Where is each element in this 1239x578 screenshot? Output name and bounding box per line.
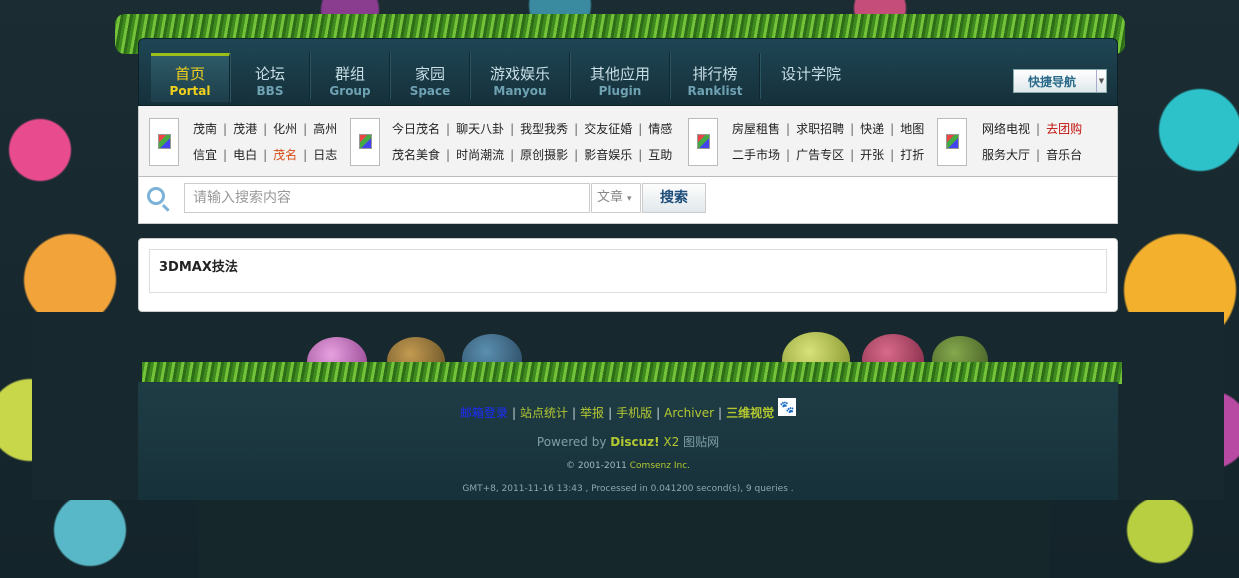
copyright: © 2001-2011 Comsenz Inc. [565, 461, 691, 471]
nav-item-space[interactable]: 家园 Space [391, 53, 470, 99]
link-item[interactable]: 信宜 [193, 148, 217, 162]
footer-link-stats[interactable]: 站点统计 [520, 406, 568, 420]
footer-link-mail-login[interactable]: 邮箱登录 [460, 406, 508, 420]
link-item[interactable]: 电白 [233, 148, 257, 162]
broken-image-icon [688, 118, 718, 166]
chevron-down-icon: ▼ [1096, 70, 1106, 92]
quick-links-area: 茂南 | 茂港 | 化州 | 高州 信宜 | 电白 | 茂名 | 日志 今日茂名 | 聊天八卦 | 我型我秀 | 交… [138, 106, 1118, 176]
footer-links: 邮箱登录 | 站点统计 | 举报 | 手机版 | Archiver | 三维视觉 🐾 [459, 398, 797, 420]
footer-link-report[interactable]: 举报 [580, 406, 604, 420]
nav-item-bbs[interactable]: 论坛 BBS [231, 53, 310, 99]
link-item[interactable]: 高州 [313, 122, 337, 136]
search-bar: 请输入搜索内容 文章 搜索 [138, 176, 1118, 224]
link-item[interactable]: 地图 [900, 122, 924, 136]
link-item[interactable]: 音乐台 [1046, 148, 1082, 162]
link-item[interactable]: 网络电视 [982, 122, 1030, 136]
footer-link-3d-vision[interactable]: 三维视觉 [726, 406, 774, 420]
link-item[interactable]: 时尚潮流 [456, 148, 504, 162]
links-group-media: 网络电视 | 去团购 服务大厅 | 音乐台 [982, 122, 1083, 162]
search-input[interactable]: 请输入搜索内容 [184, 183, 590, 213]
broken-image-icon [937, 118, 967, 166]
nav-item-portal[interactable]: 首页 Portal [151, 53, 230, 102]
processing-info: GMT+8, 2011-11-16 13:43 , Processed in 0… [462, 484, 794, 494]
discuz-link[interactable]: Discuz! [610, 435, 659, 449]
link-item[interactable]: 聊天八卦 [456, 122, 504, 136]
broken-image-icon [149, 118, 179, 166]
main-nav: 首页 Portal 论坛 BBS 群组 Group 家园 Space 游戏娱乐 … [138, 38, 1118, 106]
link-item[interactable]: 影音娱乐 [584, 148, 632, 162]
nav-item-manyou[interactable]: 游戏娱乐 Manyou [471, 53, 570, 99]
link-item[interactable]: 房屋租售 [732, 122, 780, 136]
quick-nav-button[interactable]: 快捷导航 ▼ [1013, 69, 1107, 93]
link-item[interactable]: 情感 [648, 122, 672, 136]
link-item[interactable]: 原创摄影 [520, 148, 568, 162]
nav-item-design-academy[interactable]: 设计学院 [761, 53, 861, 99]
link-item[interactable]: 茂名 [273, 148, 297, 162]
nav-item-group[interactable]: 群组 Group [311, 53, 390, 99]
link-item[interactable]: 今日茂名 [392, 122, 440, 136]
link-item[interactable]: 我型我秀 [520, 122, 568, 136]
link-item[interactable]: 去团购 [1046, 122, 1082, 136]
footer-link-mobile[interactable]: 手机版 [616, 406, 652, 420]
link-item[interactable]: 茂名美食 [392, 148, 440, 162]
page-title: 3DMAX技法 [159, 260, 238, 275]
link-item[interactable]: 化州 [273, 122, 297, 136]
paw-icon[interactable]: 🐾 [778, 398, 797, 416]
link-item[interactable]: 快递 [860, 122, 884, 136]
link-item[interactable]: 茂南 [193, 122, 217, 136]
links-group-services: 房屋租售 | 求职招聘 | 快递 | 地图 二手市场 | 广告专区 | 开张 | 打折 [732, 122, 925, 162]
nav-item-ranklist[interactable]: 排行榜 Ranklist [671, 53, 760, 99]
search-type-select[interactable]: 文章 [591, 183, 641, 213]
search-icon [147, 187, 165, 205]
link-item[interactable]: 广告专区 [796, 148, 844, 162]
content-panel: 3DMAX技法 [138, 238, 1118, 312]
links-group-regions: 茂南 | 茂港 | 化州 | 高州 信宜 | 电白 | 茂名 | 日志 [193, 122, 338, 162]
footer: 邮箱登录 | 站点统计 | 举报 | 手机版 | Archiver | 三维视觉 🐾 Powered … [138, 382, 1118, 500]
link-item[interactable]: 打折 [900, 148, 924, 162]
nav-item-plugin[interactable]: 其他应用 Plugin [571, 53, 670, 99]
link-item[interactable]: 交友征婚 [584, 122, 632, 136]
link-item[interactable]: 互助 [648, 148, 672, 162]
links-group-community: 今日茂名 | 聊天八卦 | 我型我秀 | 交友征婚 | 情感 茂名美食 | 时尚潮流 | 原创摄影 | 影音… [392, 122, 673, 162]
header-panel: 首页 Portal 论坛 BBS 群组 Group 家园 Space 游戏娱乐 … [138, 38, 1118, 224]
link-item[interactable]: 开张 [860, 148, 884, 162]
link-item[interactable]: 服务大厅 [982, 148, 1030, 162]
link-item[interactable]: 二手市场 [732, 148, 780, 162]
comsenz-link[interactable]: Comsenz Inc. [630, 461, 690, 471]
link-item[interactable]: 求职招聘 [796, 122, 844, 136]
link-item[interactable]: 日志 [313, 148, 337, 162]
link-item[interactable]: 茂港 [233, 122, 257, 136]
search-button[interactable]: 搜索 [642, 183, 706, 213]
bottom-strip [198, 500, 1050, 578]
powered-by: Powered by Discuz! X2 图贴网 [536, 435, 720, 449]
footer-link-archiver[interactable]: Archiver [664, 406, 714, 420]
broken-image-icon [350, 118, 380, 166]
